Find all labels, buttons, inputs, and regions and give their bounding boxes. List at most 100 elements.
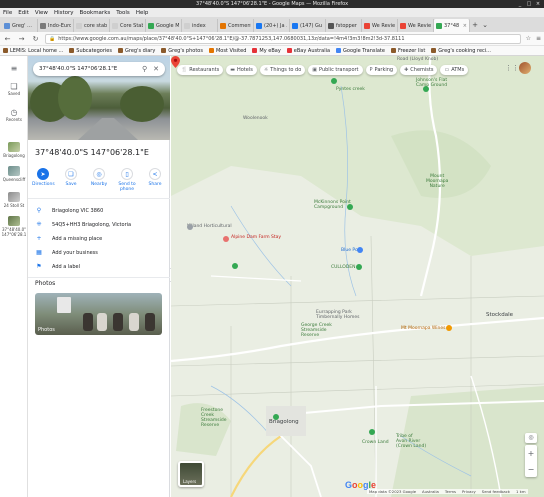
send-to-phone-button[interactable]: ▯ Send to phone bbox=[116, 168, 138, 192]
bookmark-star-icon[interactable]: ☆ bbox=[526, 35, 531, 42]
plus-code-row[interactable]: ⁜ 54Q5+HH3 Briagolong, Victoria bbox=[35, 221, 131, 228]
category-chip[interactable]: P Parking bbox=[365, 65, 398, 75]
category-chip[interactable]: 🍴 Restaurants bbox=[177, 65, 224, 75]
forward-button[interactable]: → bbox=[17, 35, 26, 43]
category-chip[interactable]: ✚ Chemists bbox=[400, 65, 438, 75]
bookmark-item[interactable]: My eBay bbox=[252, 48, 281, 54]
reload-button[interactable]: ↻ bbox=[31, 35, 40, 43]
rail-item-queenscliff[interactable]: Queenscliff bbox=[0, 166, 28, 182]
browser-tab[interactable]: Google M … bbox=[146, 19, 182, 32]
rail-menu[interactable]: ≡ bbox=[0, 64, 28, 73]
send-feedback-link[interactable]: Send feedback bbox=[482, 489, 510, 494]
footer-country-link[interactable]: Australia bbox=[422, 489, 439, 494]
map-label-place: CULLODEN bbox=[331, 265, 356, 270]
search-input[interactable]: 37°48'40.0"S 147°06'28.1"E bbox=[39, 66, 136, 72]
url-text[interactable]: https://www.google.com.au/maps/place/37°… bbox=[58, 36, 404, 42]
avatar[interactable] bbox=[519, 62, 531, 74]
search-box[interactable]: 37°48'40.0"S 147°06'28.1"E ⚲ ✕ bbox=[33, 62, 165, 76]
business-marker[interactable] bbox=[187, 224, 193, 230]
menu-edit[interactable]: Edit bbox=[18, 10, 29, 16]
menu-history[interactable]: History bbox=[54, 10, 74, 16]
rail-item-stoll-st[interactable]: 24 Stoll St bbox=[0, 192, 28, 208]
street-view-photo[interactable]: 37°48'40.0"S 147°06'28.1"E ⚲ ✕ bbox=[28, 56, 170, 140]
winery-marker[interactable] bbox=[446, 325, 452, 331]
minimize-button[interactable]: _ bbox=[517, 0, 523, 8]
zoom-in-button[interactable]: + bbox=[528, 449, 535, 458]
hamburger-menu-icon[interactable]: ≡ bbox=[0, 64, 28, 73]
dropped-pin-icon[interactable] bbox=[171, 56, 180, 68]
rail-item-saved[interactable]: ❏ Saved bbox=[0, 82, 28, 96]
crown-land-marker[interactable] bbox=[369, 429, 375, 435]
close-window-button[interactable]: × bbox=[535, 0, 541, 8]
browser-tab[interactable]: core stab … bbox=[74, 19, 110, 32]
bookmark-item[interactable]: Subcategories bbox=[69, 48, 112, 54]
browser-tab[interactable]: Greg' … bbox=[2, 19, 38, 32]
search-icon[interactable]: ⚲ bbox=[142, 65, 147, 73]
campground-marker[interactable] bbox=[423, 86, 429, 92]
close-tab-icon[interactable]: × bbox=[463, 23, 467, 29]
privacy-link[interactable]: Privacy bbox=[462, 489, 476, 494]
terms-link[interactable]: Terms bbox=[445, 489, 456, 494]
directions-button[interactable]: ➤ Directions bbox=[32, 168, 55, 192]
place-marker[interactable] bbox=[356, 264, 362, 270]
address-row[interactable]: ⚲ Briagolong VIC 3860 bbox=[35, 207, 103, 214]
pool-marker[interactable] bbox=[357, 247, 363, 253]
zoom-out-button[interactable]: − bbox=[528, 465, 535, 474]
rail-item-recents[interactable]: ◷ Recents bbox=[0, 108, 28, 122]
bookmark-item[interactable]: Most Visited bbox=[208, 48, 246, 54]
browser-tab[interactable]: Indo-Euro … bbox=[38, 19, 74, 32]
bookmark-item[interactable]: eBay Australia bbox=[286, 48, 330, 54]
bookmark-item[interactable]: LEMIS: Local home ... bbox=[3, 48, 63, 54]
rail-item-briagolong[interactable]: Briagolong bbox=[0, 142, 28, 158]
bookmark-item[interactable]: Google Translate bbox=[336, 48, 385, 54]
farm-stay-marker[interactable] bbox=[223, 236, 229, 242]
share-button[interactable]: < Share bbox=[144, 168, 166, 192]
place-thumbnail bbox=[8, 192, 20, 202]
scale-label[interactable]: 1 km bbox=[516, 489, 526, 494]
browser-tab[interactable]: (147) Gu … bbox=[290, 19, 326, 32]
browser-menu-button[interactable]: ≡ bbox=[536, 35, 541, 42]
new-tab-button[interactable]: + bbox=[470, 19, 480, 32]
add-missing-place-row[interactable]: + Add a missing place bbox=[35, 235, 102, 242]
tab-favicon-icon bbox=[148, 22, 154, 29]
add-business-row[interactable]: ▦ Add your business bbox=[35, 249, 98, 256]
photos-thumbnail[interactable]: Photos bbox=[35, 293, 162, 335]
bookmark-item[interactable]: Greg's diary bbox=[118, 48, 155, 54]
close-icon[interactable]: ✕ bbox=[153, 65, 159, 73]
browser-tab[interactable]: Comment … bbox=[218, 19, 254, 32]
category-chip[interactable]: ☼ Things to do bbox=[259, 65, 306, 75]
back-button[interactable]: ← bbox=[3, 35, 12, 43]
menu-view[interactable]: View bbox=[35, 10, 48, 16]
bookmark-item[interactable]: Greg's cooking reci... bbox=[431, 48, 491, 54]
menu-tools[interactable]: Tools bbox=[116, 10, 130, 16]
park-marker[interactable] bbox=[232, 263, 238, 269]
add-label-row[interactable]: ⚑ Add a label bbox=[35, 263, 80, 270]
layers-button[interactable]: Layers bbox=[178, 461, 204, 487]
menu-file[interactable]: File bbox=[3, 10, 12, 16]
bookmark-item[interactable]: Greg's photos bbox=[161, 48, 203, 54]
nearby-button[interactable]: ◎ Nearby bbox=[88, 168, 110, 192]
maximize-button[interactable]: □ bbox=[526, 0, 532, 8]
category-chip[interactable]: ▭ ATMs bbox=[440, 65, 469, 75]
category-chip[interactable]: ▣ Public transport bbox=[308, 65, 363, 75]
campground-marker[interactable] bbox=[347, 204, 353, 210]
browser-tab[interactable]: fstopper … bbox=[326, 19, 362, 32]
browser-tab[interactable]: index bbox=[182, 19, 218, 32]
save-button[interactable]: ❏ Save bbox=[60, 168, 82, 192]
menu-help[interactable]: Help bbox=[136, 10, 149, 16]
browser-tab[interactable]: We Revie … bbox=[362, 19, 398, 32]
tab-list-chevron-icon[interactable]: ⌄ bbox=[480, 19, 490, 32]
browser-tab[interactable]: Core Stab … bbox=[110, 19, 146, 32]
browser-tab[interactable]: (20+) Ja … bbox=[254, 19, 290, 32]
category-chip[interactable]: ▬ Hotels bbox=[226, 65, 257, 75]
browser-tab[interactable]: 37°48 …× bbox=[434, 19, 470, 32]
my-location-button[interactable]: ◎ bbox=[525, 433, 537, 443]
campground-marker[interactable] bbox=[331, 78, 337, 84]
map-canvas[interactable]: 🍴 Restaurants ▬ Hotels ☼ Things to do ▣ Public … bbox=[171, 56, 544, 497]
url-bar[interactable]: 🔒 https://www.google.com.au/maps/place/3… bbox=[45, 33, 521, 44]
browser-tab[interactable]: We Revie … bbox=[398, 19, 434, 32]
bookmark-item[interactable]: Freezer list bbox=[390, 48, 425, 54]
rail-item-current-coords[interactable]: 37°48'40.0" 147°06'28.1 bbox=[0, 216, 28, 237]
park-marker[interactable] bbox=[273, 414, 279, 420]
menu-bookmarks[interactable]: Bookmarks bbox=[80, 10, 111, 16]
